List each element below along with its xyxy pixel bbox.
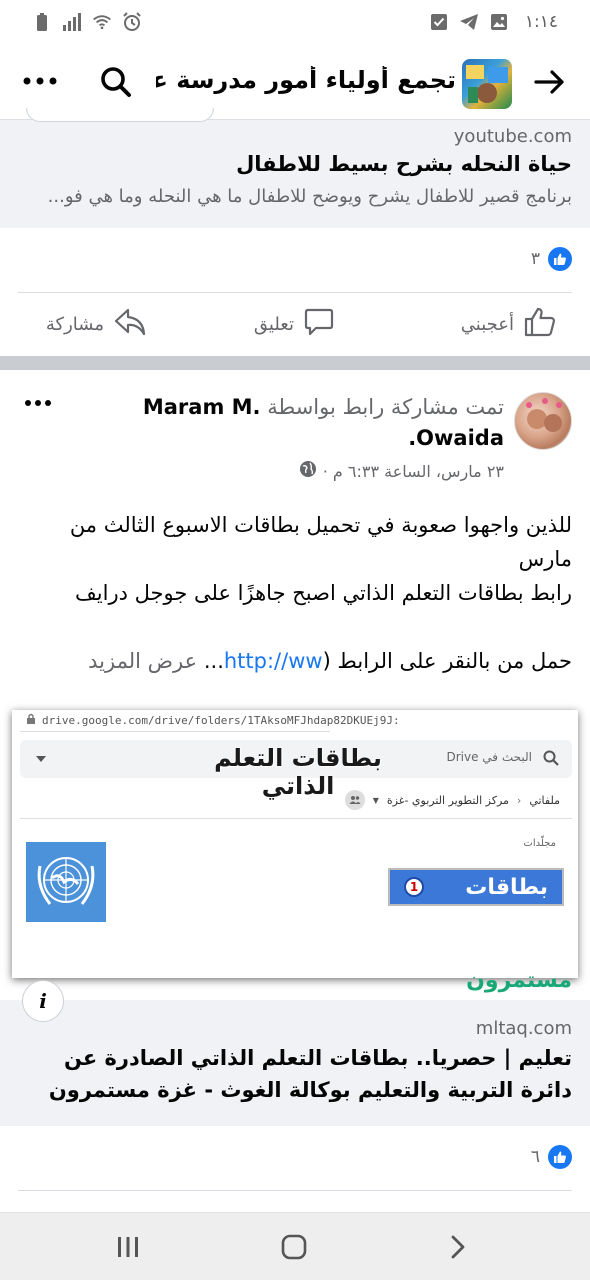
divider [18, 292, 572, 293]
status-left [32, 12, 142, 32]
reaction-count: ٣ [530, 249, 540, 269]
checkbox-icon [429, 12, 449, 32]
reactions-summary[interactable]: ٦ [531, 1144, 572, 1170]
post-body-last-line: حمل من بالنقر على الرابط (http://ww... ع… [18, 644, 572, 678]
system-nav-bar [0, 1212, 590, 1280]
see-more-link[interactable]: عرض المزيد [88, 649, 197, 673]
shared-folder-icon [344, 790, 365, 810]
link-domain: youtube.com [453, 126, 572, 147]
info-icon[interactable]: i [22, 980, 64, 1022]
battery-icon [32, 12, 52, 32]
post-ellipsis: ... [203, 649, 224, 673]
image-breadcrumb: ملفاتي ‹ مركز التطوير التربوي -غزة ▼ [344, 790, 560, 810]
comment-icon [304, 308, 334, 341]
post-verb: تمت مشاركة رابط بواسطة [267, 395, 504, 419]
search-icon[interactable] [96, 62, 136, 102]
status-bar: ١:١٤ [0, 0, 590, 44]
alarm-icon [122, 12, 142, 32]
like-reaction-icon [548, 1145, 572, 1169]
link-description: برنامج قصير للاطفال يشرح ويوضح للاطفال م… [47, 186, 572, 207]
signal-icon [62, 12, 82, 32]
share-label: مشاركة [45, 313, 104, 335]
more-icon[interactable] [20, 66, 60, 96]
image-card-text: بطاقات [465, 874, 548, 900]
caret-down-icon [36, 756, 46, 762]
like-label: أعجبني [460, 313, 514, 335]
home-icon[interactable] [272, 1227, 316, 1267]
recent-apps-icon[interactable] [106, 1227, 150, 1267]
image-search-placeholder: البحث في Drive [446, 750, 532, 764]
reactions-summary[interactable]: ٣ [531, 246, 572, 272]
post-body-line [18, 610, 572, 644]
un-emblem-icon [26, 842, 106, 922]
status-time: ١:١٤ [524, 12, 558, 32]
reaction-count: ٦ [530, 1147, 540, 1167]
image-url-bar: drive.google.com/drive/folders/1TAksoMFJ… [20, 710, 400, 732]
image-divider [20, 818, 572, 819]
comment-label: تعليق [253, 313, 294, 335]
caret-down-icon: ▼ [372, 795, 379, 805]
group-title[interactable]: تجمع أولياء أمور مدرسة عزب... [156, 66, 456, 94]
image-watermark: مستمرون [466, 968, 572, 993]
link-domain: mltaq.com [475, 1018, 572, 1039]
divider [18, 1190, 572, 1191]
back-arrow-icon[interactable] [532, 66, 568, 98]
image-folders-label: مجلّدات [523, 838, 556, 849]
post-header: تمت مشاركة رابط بواسطة Maram M. Owaida. [140, 392, 504, 454]
status-right: ١:١٤ [429, 12, 558, 32]
post-more-icon[interactable] [20, 388, 56, 418]
wifi-icon [92, 12, 112, 32]
telegram-icon [459, 12, 479, 32]
link-preview-image[interactable]: drive.google.com/drive/folders/1TAksoMFJ… [12, 710, 578, 978]
link-preview-youtube[interactable]: youtube.com حياة النحله بشرح بسيط للاطفا… [0, 120, 590, 228]
lock-icon [26, 713, 36, 728]
like-button[interactable]: أعجبني [461, 294, 556, 354]
share-button[interactable]: مشاركة [46, 294, 146, 354]
author-avatar[interactable] [514, 392, 572, 450]
share-icon [114, 308, 146, 341]
link-preview-mltaq[interactable]: mltaq.com تعليم | حصريا.. بطاقات التعلم … [0, 1000, 590, 1126]
image-card-number: 1 [404, 877, 424, 897]
link-title: تعليم | حصريا.. بطاقات التعلم الذاتي الص… [48, 1046, 572, 1102]
like-icon [524, 307, 556, 342]
preview-button-edge [26, 108, 214, 122]
post-actions: أعجبني تعليق مشاركة [0, 294, 590, 354]
post-meta: ٢٣ مارس، الساعة ٦:٣٣ م · [220, 460, 504, 482]
gallery-icon [489, 12, 509, 32]
link-title: حياة النحله بشرح بسيط للاطفال [236, 152, 572, 176]
image-search-icon [542, 749, 560, 767]
like-reaction-icon [548, 247, 572, 271]
breadcrumb-folder: مركز التطوير التربوي -غزة [386, 793, 509, 807]
post-body-text: حمل من بالنقر على الرابط ( [322, 649, 572, 673]
image-folder-card: بطاقات 1 [388, 868, 564, 906]
image-url-text: drive.google.com/drive/folders/1TAksoMFJ… [42, 714, 400, 727]
feed-separator [0, 356, 590, 370]
chevron-icon: ‹ [516, 793, 522, 807]
post-body-line: رابط بطاقات التعلم الذاتي اصبح جاهزًا عل… [75, 581, 572, 605]
post-timestamp[interactable]: ٢٣ مارس، الساعة ٦:٣٣ م · [323, 462, 504, 481]
comment-button[interactable]: تعليق [254, 294, 334, 354]
breadcrumb-root: ملفاتي [529, 793, 560, 807]
post-body: للذين واجهوا صعوبة في تحميل بطاقات الاسب… [18, 508, 572, 678]
group-avatar[interactable] [462, 59, 512, 109]
globe-icon [299, 460, 317, 482]
post-link[interactable]: http://ww [224, 649, 323, 673]
post-body-line: للذين واجهوا صعوبة في تحميل بطاقات الاسب… [69, 513, 572, 571]
back-icon[interactable] [436, 1227, 480, 1267]
